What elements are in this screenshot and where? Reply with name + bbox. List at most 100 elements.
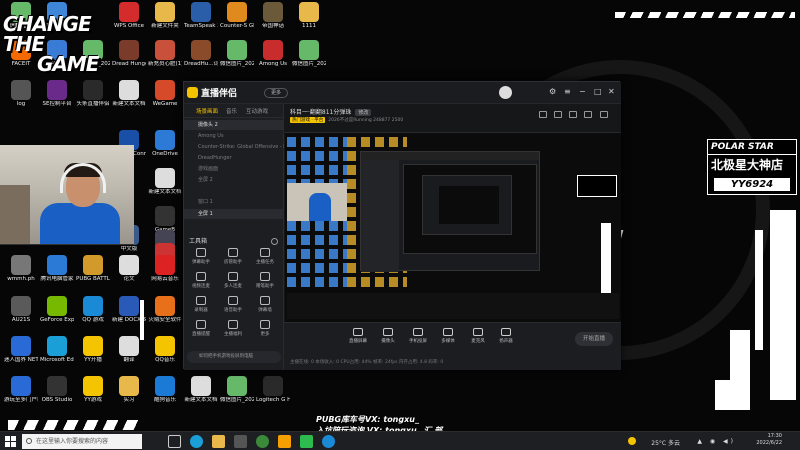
desktop-icon[interactable]: GeForce Experience xyxy=(40,296,74,334)
desktop-icon[interactable]: 新建文本文档 xyxy=(148,168,182,206)
source-item[interactable]: 游戏画面 xyxy=(184,164,284,174)
desktop-icon[interactable]: OBS Studio xyxy=(40,376,74,414)
desktop-icon[interactable]: 网易云音乐 xyxy=(148,255,182,293)
source-item[interactable]: 全屏 2 xyxy=(184,175,284,185)
source-item[interactable]: Counter-Strike: Global Offensive - Direc… xyxy=(184,142,284,152)
file-explorer-icon[interactable] xyxy=(212,435,225,448)
live-companion-window[interactable]: 直播伴侣 更多 ⚙ ≡ − □ ✕ 场景画面 音乐 互动游戏 摄像头 2 Amon… xyxy=(183,81,621,370)
desktop-icon[interactable]: 迷人国界 NETSHOW... xyxy=(4,336,38,374)
edge-taskbar-icon[interactable] xyxy=(190,435,203,448)
weather-text[interactable]: 25°C 多云 xyxy=(651,438,680,447)
toolbox-tool[interactable]: 录制器 xyxy=(186,296,216,318)
desktop-icon[interactable]: AU21S xyxy=(4,296,38,334)
desktop-icon[interactable]: 微信图片_2022052... xyxy=(220,376,254,414)
toolbox-tool[interactable]: 语音助手 xyxy=(218,296,248,318)
desktop-icon[interactable]: WeGame xyxy=(148,80,182,118)
toolbox-tool[interactable]: 弹幕助手 xyxy=(186,248,216,270)
weather-icon[interactable] xyxy=(628,437,636,445)
desktop-icon[interactable]: wmmh.ph xyxy=(4,255,38,293)
desktop-icon[interactable]: YY游戏 xyxy=(76,376,110,414)
toolbox-tool[interactable]: 弹幕墙 xyxy=(250,296,280,318)
desktop-icon[interactable]: 火绒安全软件 xyxy=(148,296,182,334)
desktop-icon[interactable]: 头条直播伴侣 xyxy=(76,80,110,118)
menu-icon[interactable]: ≡ xyxy=(564,88,571,96)
toolbox-tool[interactable]: 视频连麦 xyxy=(186,272,216,294)
desktop-icon[interactable]: 酷狗音乐 xyxy=(148,376,182,414)
taskbar-search-input[interactable]: 在这里输入你要搜索的内容 xyxy=(22,434,142,449)
tab-scene[interactable]: 场景画面 xyxy=(196,107,218,115)
wechat-taskbar-icon[interactable] xyxy=(300,435,313,448)
desktop-icon[interactable]: QQ 游戏 xyxy=(76,296,110,334)
desktop-icon[interactable]: SE控制平台 xyxy=(40,80,74,118)
room-category-tag[interactable]: 热门游戏 · 平台 xyxy=(290,117,326,123)
desktop-icon[interactable]: log xyxy=(4,80,38,118)
screen-cast-hint[interactable]: 如何把手机游戏投屏到电脑 xyxy=(187,351,281,363)
minimize-icon[interactable]: − xyxy=(579,88,586,96)
live-control-button[interactable]: 扬声器 xyxy=(492,328,520,350)
desktop-icon[interactable]: 翻译 xyxy=(112,336,146,374)
qq-taskbar-icon[interactable] xyxy=(322,435,335,448)
source-item[interactable]: 摄像头 2 xyxy=(184,120,284,130)
live-control-button[interactable]: 麦克风 xyxy=(464,328,492,350)
start-live-button[interactable]: 开始直播 xyxy=(575,332,613,346)
desktop-icon[interactable]: Counter-S Global Off... xyxy=(220,2,254,40)
store-icon[interactable] xyxy=(234,435,247,448)
desktop-icon[interactable]: QQ音乐 xyxy=(148,336,182,374)
desktop-icon[interactable]: 帝国神话 xyxy=(256,2,290,40)
desktop-icon[interactable]: Microsoft Edge xyxy=(40,336,74,374)
live-control-button[interactable]: 手机投屏 xyxy=(404,328,432,350)
tray-icons[interactable]: ▲ ◉ ◀) xyxy=(697,438,736,445)
desktop-icon[interactable]: 微信图片_2022051... xyxy=(220,40,254,78)
close-icon[interactable]: ✕ xyxy=(608,88,615,96)
desktop-icon[interactable]: 游玩至多门户教程 xyxy=(4,376,38,414)
chrome-icon[interactable] xyxy=(256,435,269,448)
live-control-button[interactable]: 直播屏幕 xyxy=(344,328,372,350)
desktop-icon[interactable]: Among Us xyxy=(256,40,290,78)
desktop-icon[interactable]: TeamSpeak 3 xyxy=(184,2,218,40)
desktop-icon[interactable]: PUBG BATTLEGR... xyxy=(76,255,110,293)
toolbar-icon-1[interactable] xyxy=(539,111,547,118)
room-edit-button[interactable]: 修改 xyxy=(355,109,372,116)
toolbar-icon-5[interactable] xyxy=(600,111,608,118)
desktop-icon[interactable]: 新建文件夹 xyxy=(148,2,182,40)
task-view-icon[interactable] xyxy=(168,435,181,448)
desktop-icon[interactable]: 新建文本文档 xyxy=(112,80,146,118)
desktop-icon[interactable]: 1111 xyxy=(292,2,326,40)
desktop-icon[interactable]: DreadHu...词罐的下 xyxy=(184,40,218,78)
app-titlebar[interactable]: 直播伴侣 更多 ⚙ ≡ − □ ✕ xyxy=(184,82,621,104)
source-item[interactable]: 窗口 1 xyxy=(184,197,284,207)
desktop-icon[interactable]: 论文 xyxy=(112,255,146,293)
desktop-icon[interactable]: 实习 xyxy=(112,376,146,414)
desktop-icon[interactable]: 微信图片_2022062... xyxy=(292,40,326,78)
source-item[interactable]: DreadHunger xyxy=(184,153,284,163)
windows-start-icon[interactable] xyxy=(5,436,16,447)
desktop-icon[interactable]: 新建 DOCX 文档 xyxy=(112,296,146,334)
source-item[interactable]: Among Us xyxy=(184,131,284,141)
maximize-icon[interactable]: □ xyxy=(594,88,602,96)
toolbox-tool[interactable]: 房管助手 xyxy=(218,248,248,270)
toolbox-settings-icon[interactable] xyxy=(271,238,278,245)
toolbox-tool[interactable]: 更多 xyxy=(250,320,280,342)
settings-icon[interactable]: ⚙ xyxy=(549,88,556,96)
desktop-icon[interactable]: 新建文本文档 xyxy=(184,376,218,414)
tab-music[interactable]: 音乐 xyxy=(226,107,237,115)
toolbar-icon-4[interactable] xyxy=(584,111,592,118)
desktop-icon[interactable]: 新充员心脏(1) xyxy=(148,40,182,78)
toolbox-tool[interactable]: 直播提醒 xyxy=(186,320,216,342)
toolbar-icon-2[interactable] xyxy=(554,111,562,118)
live-companion-taskbar-icon[interactable] xyxy=(278,435,291,448)
desktop-icon[interactable]: 腾讯电脑管家 xyxy=(40,255,74,293)
desktop-icon[interactable]: Logitech G HUB xyxy=(256,376,290,414)
tab-games[interactable]: 互动游戏 xyxy=(246,107,268,115)
toolbox-tool[interactable]: 多人连麦 xyxy=(218,272,248,294)
live-control-button[interactable]: 多媒体 xyxy=(434,328,462,350)
avatar[interactable] xyxy=(499,86,512,99)
source-item[interactable]: 全屏 1 xyxy=(184,209,284,219)
stream-preview[interactable] xyxy=(285,132,621,322)
toolbox-tool[interactable]: 赠笔助手 xyxy=(250,272,280,294)
desktop-icon[interactable]: YY开播 xyxy=(76,336,110,374)
more-pill[interactable]: 更多 xyxy=(264,88,288,98)
desktop-icon[interactable]: OneDrive xyxy=(148,130,182,168)
toolbox-tool[interactable]: 主播福利 xyxy=(218,320,248,342)
toolbox-tool[interactable]: 主播任务 xyxy=(250,248,280,270)
